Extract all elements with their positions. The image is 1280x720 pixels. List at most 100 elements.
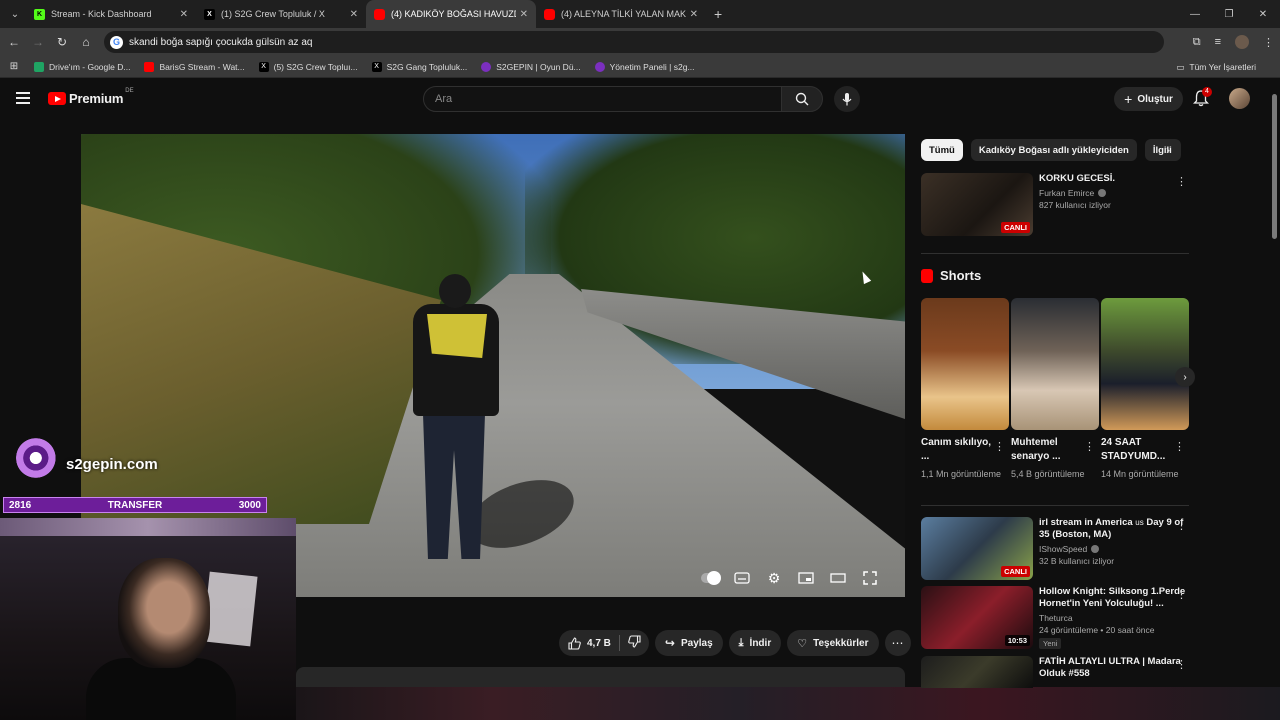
- related-chips: Tümü Kadıköy Boğası adlı yükleyiciden İl…: [921, 139, 1181, 161]
- forward-icon[interactable]: →: [26, 35, 50, 49]
- short-title[interactable]: Muhtemel senaryo ...: [1011, 436, 1087, 464]
- all-bookmarks[interactable]: ▭ Tüm Yer İşaretleri: [1176, 56, 1256, 78]
- close-window-icon[interactable]: ✕: [1246, 9, 1280, 20]
- video-title[interactable]: irl stream in America us Day 9 of 35 (Bo…: [1039, 517, 1189, 541]
- video-meta: FATİH ALTAYLI ULTRA | Madara Olduk #558: [1039, 656, 1189, 688]
- bookmark-yonetim[interactable]: Yönetim Paneli | s2g...: [594, 61, 695, 72]
- miniplayer-icon[interactable]: [797, 571, 815, 585]
- video-title[interactable]: KORKU GECESİ.: [1039, 173, 1189, 185]
- search-input[interactable]: Ara: [423, 86, 782, 112]
- bookmark-s2g-gang[interactable]: X S2G Gang Topluluk...: [371, 61, 467, 72]
- profile-avatar[interactable]: [1235, 35, 1249, 49]
- tab-kadikoy-bogasi[interactable]: (4) KADIKÖY BOĞASI HAVUZD ✕: [366, 0, 536, 28]
- address-bar[interactable]: G skandi boğa sapığı çocukda gülsün az a…: [104, 31, 1164, 53]
- reload-icon[interactable]: ↻: [50, 35, 74, 49]
- tab-kick-dashboard[interactable]: K Stream - Kick Dashboard ✕: [26, 0, 196, 28]
- channel-name[interactable]: Theturca: [1039, 613, 1189, 623]
- menu-icon[interactable]: ⋮: [1263, 36, 1274, 49]
- subtitles-icon[interactable]: [733, 571, 751, 585]
- theater-mode-icon[interactable]: [829, 571, 847, 585]
- verified-icon: [1091, 545, 1100, 553]
- home-icon[interactable]: ⌂: [74, 35, 98, 49]
- list-item[interactable]: 10:53 Hollow Knight: Silksong 1.Perde Ho…: [921, 586, 1189, 649]
- chevron-right-icon[interactable]: ›: [1166, 143, 1170, 157]
- search-button[interactable]: [781, 86, 823, 112]
- chip-from-uploader[interactable]: Kadıköy Boğası adlı yükleyiciden: [970, 139, 1137, 161]
- bookmark-drive[interactable]: Drive'ım - Google D...: [34, 61, 130, 72]
- short-views: 14 Mn görüntüleme: [1101, 469, 1179, 479]
- channel-name[interactable]: Furkan Emirce: [1039, 188, 1189, 198]
- more-vert-icon[interactable]: ⋮: [1176, 588, 1187, 601]
- short-title[interactable]: 24 SAAT STADYUMD...: [1101, 436, 1177, 464]
- short-thumbnail[interactable]: [921, 298, 1009, 430]
- new-tab-button[interactable]: +: [714, 6, 722, 22]
- notifications-button[interactable]: 4: [1192, 87, 1212, 108]
- share-button[interactable]: ↪ Paylaş: [654, 630, 723, 656]
- list-item[interactable]: FATİH ALTAYLI ULTRA | Madara Olduk #558 …: [921, 656, 1189, 688]
- more-vert-icon[interactable]: ⋮: [1176, 519, 1187, 532]
- dislike-button[interactable]: [628, 635, 641, 651]
- download-button[interactable]: ⤓ İndir: [728, 630, 782, 656]
- shorts-next-button[interactable]: ›: [1175, 367, 1195, 387]
- bookmark-barisg[interactable]: BarisG Stream - Wat...: [144, 61, 245, 72]
- transfer-progress-bar: 2816 TRANSFER 3000: [3, 497, 267, 513]
- download-icon: ⤓: [738, 636, 744, 649]
- close-icon[interactable]: ✕: [520, 9, 528, 20]
- more-vert-icon[interactable]: ⋮: [1176, 658, 1187, 671]
- more-vert-icon[interactable]: ⋮: [1084, 440, 1095, 453]
- more-vert-icon[interactable]: ⋮: [1176, 175, 1187, 188]
- bookmark-s2gepin[interactable]: S2GEPIN | Oyun Dü...: [481, 61, 581, 72]
- page-scrollbar[interactable]: [1271, 84, 1277, 684]
- apps-grid-icon[interactable]: ⊞: [0, 61, 28, 72]
- voice-search-button[interactable]: [834, 86, 860, 112]
- more-vert-icon[interactable]: ⋮: [1174, 440, 1185, 453]
- fullscreen-icon[interactable]: [861, 571, 879, 585]
- shorts-header: Shorts: [921, 268, 981, 283]
- video-thumbnail[interactable]: CANLI: [921, 173, 1033, 236]
- restore-icon[interactable]: ❐: [1212, 9, 1246, 20]
- thanks-button[interactable]: ♡ Teşekkürler: [787, 630, 879, 656]
- toolbar-right: ⧉ ≡ ⋮: [1193, 28, 1274, 56]
- video-title[interactable]: Hollow Knight: Silksong 1.Perde Hornet'i…: [1039, 586, 1189, 610]
- list-item[interactable]: CANLI irl stream in America us Day 9 of …: [921, 517, 1189, 580]
- video-thumbnail[interactable]: CANLI: [921, 517, 1033, 580]
- user-avatar[interactable]: [1229, 88, 1250, 109]
- youtube-logo[interactable]: Premium DE: [48, 88, 134, 106]
- video-title[interactable]: FATİH ALTAYLI ULTRA | Madara Olduk #558: [1039, 656, 1189, 680]
- short-item[interactable]: Canım sıkılıyo, ... 1,1 Mn görüntüleme ⋮: [921, 298, 1009, 480]
- short-item[interactable]: Muhtemel senaryo ... 5,4 B görüntüleme ⋮: [1011, 298, 1099, 480]
- video-thumbnail[interactable]: [921, 656, 1033, 688]
- short-item[interactable]: 24 SAAT STADYUMD... 14 Mn görüntüleme ⋮: [1101, 298, 1189, 480]
- chip-related[interactable]: İlgili: [1144, 139, 1181, 161]
- close-icon[interactable]: ✕: [350, 9, 358, 20]
- like-count: 4,7 B: [587, 637, 611, 649]
- create-button[interactable]: + Oluştur: [1114, 87, 1183, 111]
- autoplay-toggle[interactable]: [701, 571, 721, 585]
- chip-all[interactable]: Tümü: [921, 139, 963, 161]
- scrollbar-thumb[interactable]: [1272, 94, 1277, 239]
- short-thumbnail[interactable]: [1011, 298, 1099, 430]
- tab-s2g-crew-x[interactable]: X (1) S2G Crew Topluluk / X ✕: [196, 0, 366, 28]
- tab-search-icon[interactable]: ⌄: [4, 4, 26, 24]
- short-thumbnail[interactable]: [1101, 298, 1189, 430]
- short-title[interactable]: Canım sıkılıyo, ...: [921, 436, 997, 464]
- close-icon[interactable]: ✕: [690, 9, 698, 20]
- more-vert-icon[interactable]: ⋮: [994, 440, 1005, 453]
- video-thumbnail[interactable]: 10:53: [921, 586, 1033, 649]
- hamburger-menu-icon[interactable]: [16, 92, 30, 104]
- close-icon[interactable]: ✕: [180, 9, 188, 20]
- minimize-icon[interactable]: —: [1178, 9, 1212, 20]
- share-arrow-icon: ↪: [664, 636, 675, 650]
- list-item[interactable]: CANLI KORKU GECESİ. Furkan Emirce 827 ku…: [921, 173, 1189, 236]
- more-actions-button[interactable]: ⋯: [884, 630, 911, 656]
- back-icon[interactable]: ←: [2, 35, 26, 49]
- extensions-icon[interactable]: ⧉: [1193, 36, 1201, 49]
- settings-gear-icon[interactable]: ⚙: [765, 570, 783, 586]
- like-button[interactable]: 4,7 B: [568, 636, 611, 650]
- channel-name[interactable]: IShowSpeed: [1039, 544, 1189, 554]
- verified-icon: [1098, 189, 1107, 197]
- bookmark-s2g-crew[interactable]: X (5) S2G Crew Topluı...: [258, 61, 358, 72]
- tab-aleyna-tilki[interactable]: (4) ALEYNA TİLKİ YALAN MAKİN ✕: [536, 0, 706, 28]
- google-icon: G: [110, 35, 123, 49]
- media-icon[interactable]: ≡: [1215, 36, 1221, 48]
